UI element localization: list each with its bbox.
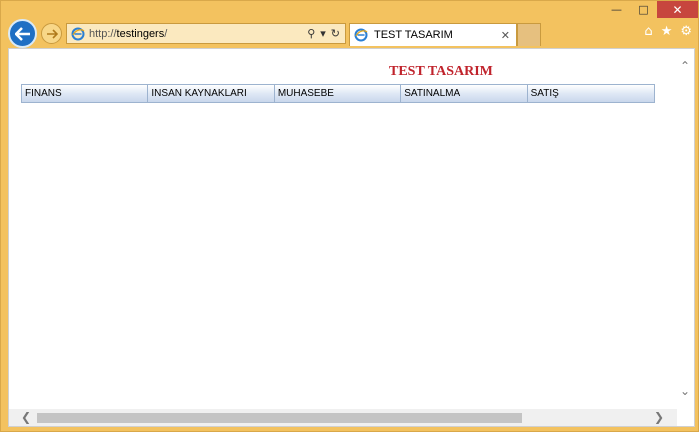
ie-tab-icon [354, 28, 368, 42]
scrollbar-corner [677, 409, 694, 426]
new-tab-button[interactable] [517, 23, 541, 46]
forward-button[interactable] [41, 23, 62, 44]
url-text: http://testingers/ [89, 28, 307, 40]
url-suffix: / [164, 27, 168, 40]
page-title: TEST TASARIM [389, 64, 493, 79]
tab-title: TEST TASARIM [374, 29, 453, 41]
refresh-icon[interactable]: ↻ [331, 28, 340, 39]
window-controls: — □ ✕ [603, 1, 698, 18]
home-icon[interactable]: ⌂ [644, 25, 652, 38]
page-viewport: TEST TASARIM FINANS INSAN KAYNAKLARI MUH… [8, 48, 695, 427]
back-arrow-icon [14, 26, 30, 41]
menu-item-muhasebe[interactable]: MUHASEBE [275, 85, 402, 102]
star-icon[interactable]: ★ [661, 25, 673, 38]
ie-page-icon [71, 27, 85, 40]
minimize-button[interactable]: — [603, 1, 630, 18]
scroll-down-icon[interactable]: ⌄ [680, 385, 690, 397]
url-prefix: http:// [89, 27, 117, 40]
url-host: testingers [116, 27, 165, 40]
horizontal-scroll-thumb[interactable] [37, 413, 522, 423]
tab-close-icon[interactable]: ✕ [501, 29, 510, 42]
address-bar[interactable]: http://testingers/ ⚲ ▾ ↻ [66, 23, 346, 44]
search-icon[interactable]: ⚲ [307, 28, 315, 39]
vertical-scrollbar[interactable]: ⌃ ⌄ [677, 49, 694, 411]
tab-test-tasarim[interactable]: TEST TASARIM ✕ [349, 23, 517, 46]
browser-window: — □ ✕ http://testingers/ ⚲ ▾ ↻ TEST TASA… [0, 0, 699, 432]
menu-item-insan-kaynaklari[interactable]: INSAN KAYNAKLARI [148, 85, 275, 102]
main-menu: FINANS INSAN KAYNAKLARI MUHASEBE SATINAL… [21, 84, 655, 103]
menu-item-finans[interactable]: FINANS [22, 85, 149, 102]
scroll-left-icon[interactable]: ❮ [21, 411, 31, 423]
toolbar-icons: ⌂ ★ ⚙ [644, 25, 692, 38]
maximize-button[interactable]: □ [630, 1, 657, 18]
menu-item-satinalma[interactable]: SATINALMA [401, 85, 528, 102]
scroll-up-icon[interactable]: ⌃ [680, 60, 690, 72]
horizontal-scrollbar[interactable]: ❮ ❯ [9, 409, 679, 426]
dropdown-icon[interactable]: ▾ [320, 28, 326, 39]
close-window-button[interactable]: ✕ [657, 1, 698, 18]
gear-icon[interactable]: ⚙ [680, 25, 692, 38]
scroll-right-icon[interactable]: ❯ [654, 411, 664, 423]
navigation-bar: http://testingers/ ⚲ ▾ ↻ TEST TASARIM ✕ … [1, 18, 698, 48]
menu-item-satis[interactable]: SATIŞ [528, 85, 654, 102]
back-button[interactable] [8, 19, 37, 48]
forward-arrow-icon [46, 28, 58, 39]
